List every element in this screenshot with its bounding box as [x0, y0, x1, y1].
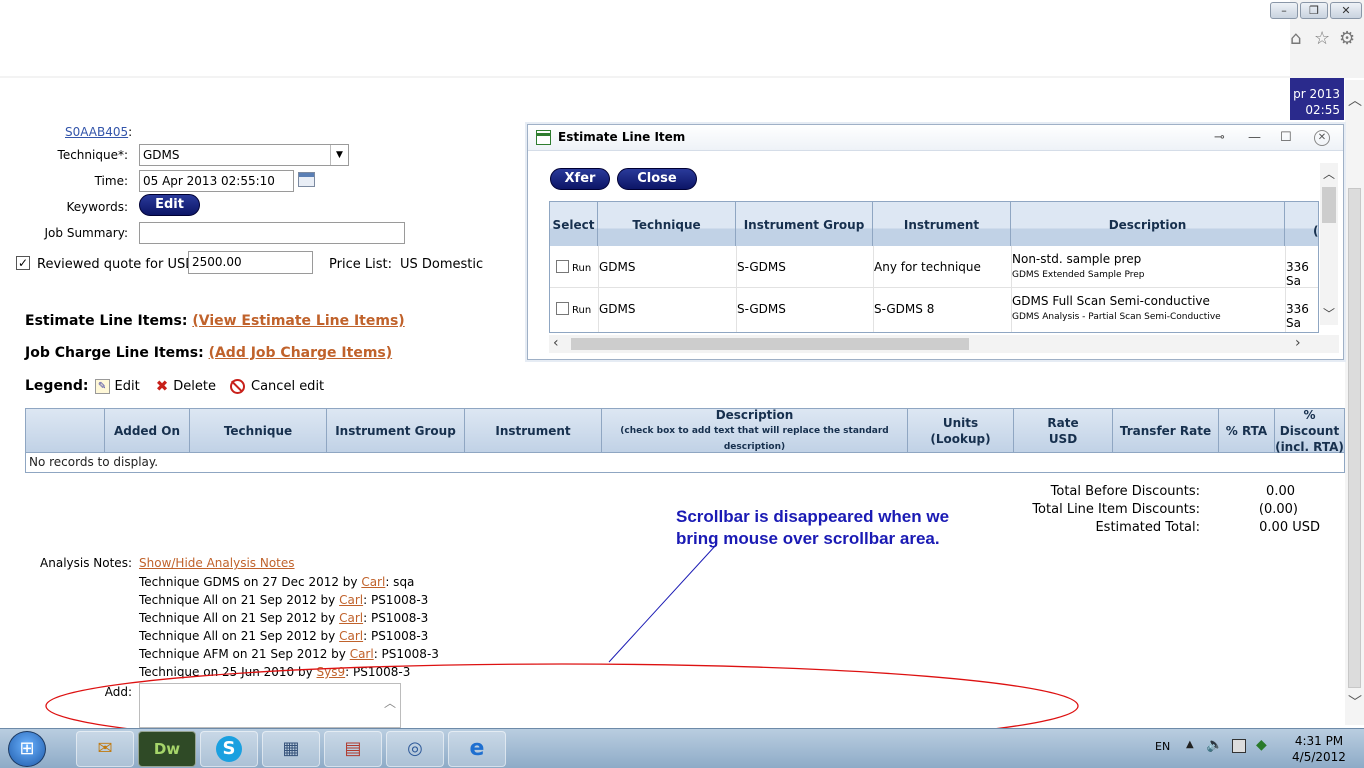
dialog-scroll-down-icon[interactable]: ﹀: [1323, 305, 1335, 322]
taskbar-clock[interactable]: 4:31 PM 4/5/2012: [1280, 733, 1358, 765]
volume-icon[interactable]: 🔈: [1206, 737, 1223, 753]
dialog-horizontal-scrollbar[interactable]: ‹ ›: [549, 335, 1339, 353]
dialog-scroll-up-icon[interactable]: ︿: [1323, 165, 1335, 182]
taskbar-ie-icon[interactable]: e: [448, 731, 506, 767]
start-button[interactable]: ⊞: [8, 731, 46, 767]
dialog-col-technique[interactable]: Technique: [598, 202, 736, 246]
dialog-scroll-thumb[interactable]: [1322, 187, 1336, 223]
dialog-col-select[interactable]: Select: [550, 202, 598, 246]
row-select-checkbox[interactable]: [556, 302, 569, 315]
taskbar-sync-icon[interactable]: ◎: [386, 731, 444, 767]
security-icon[interactable]: ◆: [1256, 737, 1267, 753]
dialog-close-button[interactable]: Close: [617, 168, 697, 190]
dialog-hscroll-thumb[interactable]: [571, 338, 969, 350]
taskbar-outlook-icon[interactable]: ✉: [76, 731, 134, 767]
dialog-close-icon[interactable]: ✕: [1314, 130, 1330, 146]
taskbar-dreamweaver-icon[interactable]: Dw: [138, 731, 196, 767]
dialog-grid: Select Technique Instrument Group Instru…: [549, 201, 1319, 333]
dialog-scroll-left-icon[interactable]: ‹: [553, 335, 559, 351]
network-icon[interactable]: [1232, 739, 1246, 753]
dialog-col-instrument[interactable]: Instrument: [873, 202, 1011, 246]
xfer-button[interactable]: Xfer: [550, 168, 610, 190]
dialog-minimize-icon[interactable]: —: [1248, 130, 1261, 145]
dialog-title: Estimate Line Item: [558, 130, 686, 144]
taskbar: ⊞ ✉ Dw S ▦ ▤ ◎ e EN ▲ 🔈 ◆ 4:31 PM 4/5/20…: [0, 728, 1364, 768]
dialog-col-extra: (l: [1285, 202, 1318, 246]
language-indicator[interactable]: EN: [1155, 740, 1170, 753]
dialog-col-description[interactable]: Description: [1011, 202, 1285, 246]
dialog-table-row[interactable]: Run GDMS S-GDMS Any for technique Non-st…: [550, 246, 1318, 288]
annotation-overlay: [45, 544, 1079, 749]
tray-expand-icon[interactable]: ▲: [1186, 739, 1194, 750]
annotation-pointer-line: [608, 544, 717, 663]
taskbar-skype-icon[interactable]: S: [200, 731, 258, 767]
estimate-line-item-dialog: Estimate Line Item ⊸ — ☐ ✕ Xfer Close Se…: [527, 124, 1344, 360]
row-select-checkbox[interactable]: [556, 260, 569, 273]
taskbar-app-icon[interactable]: ▤: [324, 731, 382, 767]
dialog-vertical-scrollbar[interactable]: ︿ ﹀: [1320, 163, 1338, 325]
dialog-col-instrument-group[interactable]: Instrument Group: [736, 202, 873, 246]
dialog-table-row[interactable]: Run GDMS S-GDMS S-GDMS 8 GDMS Full Scan …: [550, 288, 1318, 330]
taskbar-remote-desktop-icon[interactable]: ▦: [262, 731, 320, 767]
pin-icon[interactable]: ⊸: [1214, 130, 1225, 145]
dialog-scroll-right-icon[interactable]: ›: [1295, 335, 1301, 351]
dialog-maximize-icon[interactable]: ☐: [1280, 130, 1292, 145]
dialog-titlebar[interactable]: Estimate Line Item ⊸ — ☐ ✕: [528, 125, 1343, 151]
dialog-window-icon: [536, 130, 551, 145]
